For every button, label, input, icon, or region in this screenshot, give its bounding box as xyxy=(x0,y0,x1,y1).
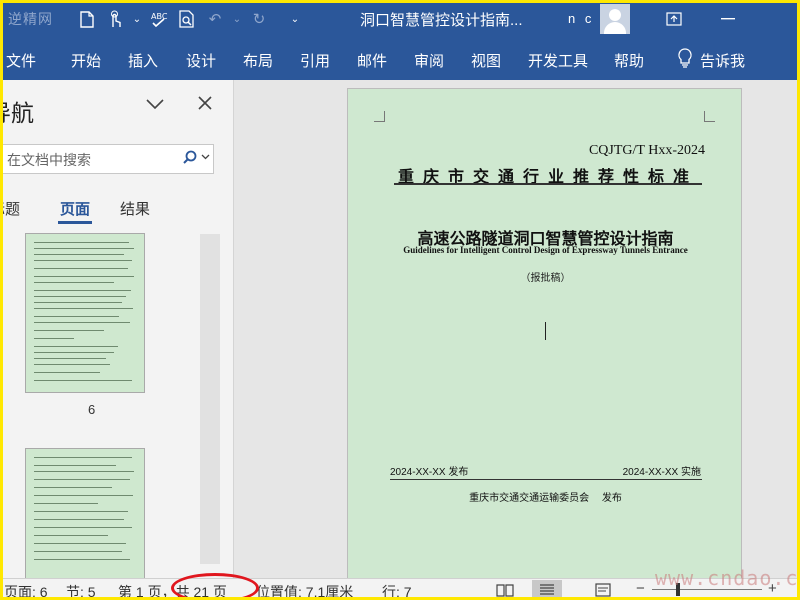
undo-dropdown-icon[interactable]: ⌄ xyxy=(232,8,242,30)
tab-references[interactable]: 引用 xyxy=(300,50,330,71)
tab-home[interactable]: 开始 xyxy=(71,50,101,71)
search-options-icon[interactable] xyxy=(201,152,210,163)
web-layout-icon[interactable] xyxy=(588,580,618,600)
document-title: 洞口智慧管控设计指南... xyxy=(360,12,523,29)
standard-code: CQJTG/T Hxx-2024 xyxy=(588,143,705,158)
tell-me-label: 告诉我 xyxy=(700,52,746,70)
nav-search-box xyxy=(0,144,214,174)
undo-icon[interactable]: ↶ xyxy=(204,8,226,30)
chevron-down-icon[interactable] xyxy=(146,96,164,114)
zoom-out-button[interactable]: − xyxy=(636,580,645,597)
ribbon-tabs: 文件 开始 插入 设计 布局 引用 邮件 审阅 视图 开发工具 帮助 告诉我 xyxy=(0,38,800,80)
tab-review[interactable]: 审阅 xyxy=(414,50,444,71)
redo-icon[interactable]: ↻ xyxy=(248,8,270,30)
status-line[interactable]: 行: 7 xyxy=(382,582,412,600)
document-page[interactable]: CQJTG/T Hxx-2024 重庆市交通行业推荐性标准 高速公路隧道洞口智慧… xyxy=(347,88,742,578)
tab-insert[interactable]: 插入 xyxy=(128,50,158,71)
customize-icon[interactable]: ⌄ xyxy=(284,8,306,30)
new-doc-icon[interactable] xyxy=(76,8,98,30)
text-cursor xyxy=(545,322,546,340)
document-canvas[interactable]: CQJTG/T Hxx-2024 重庆市交通行业推荐性标准 高速公路隧道洞口智慧… xyxy=(235,80,800,578)
footer-rule xyxy=(390,479,702,480)
close-icon[interactable] xyxy=(197,94,213,117)
site-logo-watermark: 逆精网 xyxy=(8,11,53,27)
search-icon[interactable] xyxy=(183,150,197,167)
nav-tab-results[interactable]: 结果 xyxy=(120,198,150,219)
title-bar: 逆精网 ⌄ ABC ↶ ⌄ ↻ ⌄ 洞口智慧管控设计指南... n c xyxy=(0,0,800,38)
tab-design[interactable]: 设计 xyxy=(186,50,216,71)
tab-help[interactable]: 帮助 xyxy=(614,50,644,71)
publisher-line: 重庆市交通交通运输委员会 发布 xyxy=(469,493,622,504)
status-page[interactable]: 页面: 6 xyxy=(4,582,48,600)
status-section[interactable]: 节: 5 xyxy=(66,582,96,600)
print-layout-icon[interactable] xyxy=(532,580,562,600)
touch-dropdown-icon[interactable]: ⌄ xyxy=(132,8,142,30)
thumbnail-page-number: 6 xyxy=(88,402,96,417)
active-tab-indicator xyxy=(58,221,92,224)
tab-developer[interactable]: 开发工具 xyxy=(528,50,588,71)
tab-view[interactable]: 视图 xyxy=(471,50,501,71)
tell-me-box[interactable]: 告诉我 xyxy=(678,48,745,72)
svg-text:ABC: ABC xyxy=(151,12,168,21)
heading-rule xyxy=(394,183,702,185)
nav-tab-headings[interactable]: 标题 xyxy=(0,198,20,219)
search-input[interactable] xyxy=(7,150,175,170)
status-page-count[interactable]: 第 1 页，共 21 页 xyxy=(118,582,227,600)
implement-date: 2024-XX-XX 实施 xyxy=(622,467,701,478)
tab-layout[interactable]: 布局 xyxy=(243,50,273,71)
draft-status-label: （报批稿） xyxy=(520,273,571,284)
tab-file[interactable]: 文件 xyxy=(6,50,36,71)
thumbnail-scrollbar[interactable] xyxy=(200,234,220,564)
document-english-title: Guidelines for Intelligent Control Desig… xyxy=(403,245,688,255)
read-mode-icon[interactable] xyxy=(490,580,520,600)
page-thumbnails: 6 xyxy=(0,230,233,578)
margin-corner-mark xyxy=(704,111,715,122)
page-thumbnail-7[interactable] xyxy=(25,448,145,578)
touch-mode-icon[interactable] xyxy=(104,8,126,30)
navigation-pane: 导航 标题 页面 结果 6 xyxy=(0,80,234,578)
status-position[interactable]: 位置值: 7.1厘米 xyxy=(256,582,353,600)
margin-corner-mark xyxy=(374,111,385,122)
ribbon-display-icon[interactable] xyxy=(652,0,696,38)
nav-pane-title: 导航 xyxy=(0,100,34,126)
tab-mailings[interactable]: 邮件 xyxy=(357,50,387,71)
publish-date: 2024-XX-XX 发布 xyxy=(390,467,469,478)
site-watermark: www.cndao.com xyxy=(655,566,800,590)
print-preview-icon[interactable] xyxy=(176,8,198,30)
lightbulb-icon xyxy=(678,48,692,72)
minimize-icon[interactable] xyxy=(706,0,750,38)
user-name[interactable]: n c xyxy=(568,11,594,26)
spelling-icon[interactable]: ABC xyxy=(148,8,170,30)
avatar[interactable] xyxy=(600,4,630,34)
quick-access-toolbar: 逆精网 ⌄ ABC ↶ ⌄ ↻ ⌄ xyxy=(0,0,306,38)
page-thumbnail-6[interactable] xyxy=(25,233,145,393)
nav-tab-pages[interactable]: 页面 xyxy=(60,198,90,219)
